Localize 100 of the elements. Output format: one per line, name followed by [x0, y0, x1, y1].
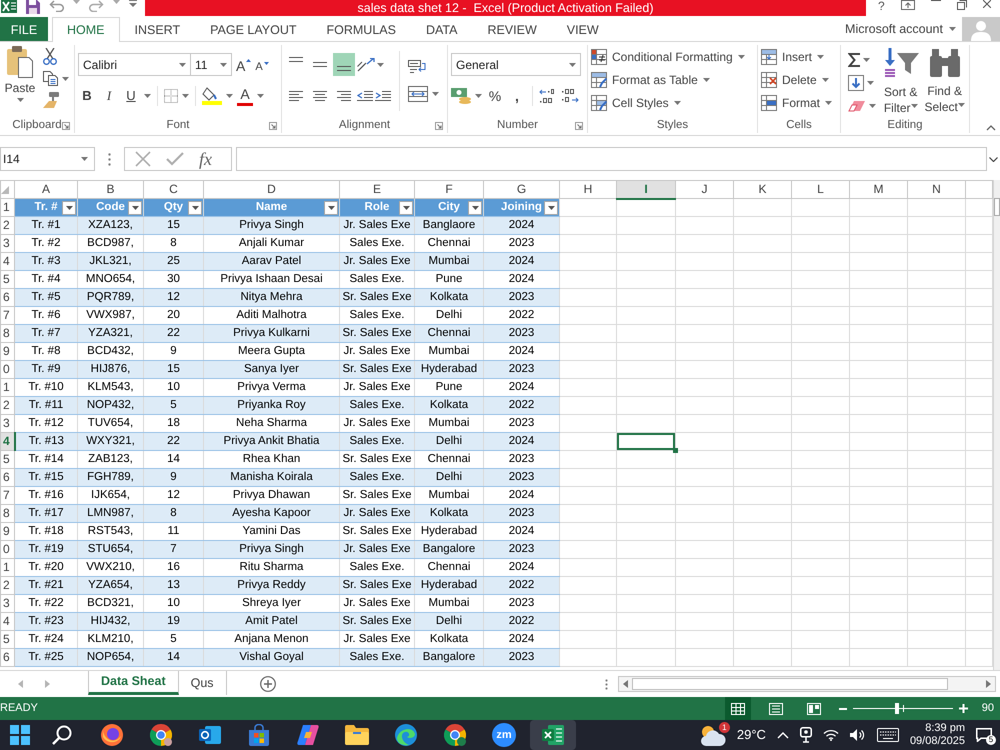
undo-icon[interactable]: [49, 0, 64, 12]
italic-button[interactable]: I: [100, 86, 118, 106]
row-header[interactable]: 5: [0, 270, 14, 288]
fill-down-icon[interactable]: [848, 74, 864, 90]
conditional-formatting-button[interactable]: Conditional Formatting: [591, 45, 745, 68]
ribbon-tab[interactable]: VIEW: [552, 17, 614, 41]
column-header[interactable]: G: [484, 180, 560, 198]
caret-icon[interactable]: [702, 78, 710, 82]
ribbon-display-icon[interactable]: [900, 0, 915, 10]
column-header[interactable]: D: [204, 180, 340, 198]
filter-button[interactable]: [188, 200, 202, 214]
row-header[interactable]: 8: [0, 324, 14, 342]
merge-cells-icon[interactable]: [408, 86, 428, 102]
caret-icon[interactable]: [863, 58, 870, 62]
row-header[interactable]: 4: [0, 252, 14, 270]
caret-icon[interactable]: [402, 206, 410, 210]
column-header[interactable]: J: [676, 180, 734, 198]
ribbon-tab[interactable]: INSERT: [120, 17, 196, 41]
row-header[interactable]: 4: [0, 432, 14, 450]
caret-icon[interactable]: [16, 98, 24, 102]
font-size-dropdown[interactable]: 11: [190, 53, 232, 76]
insert-cells-button[interactable]: Insert: [761, 45, 824, 68]
device-icon[interactable]: [800, 727, 812, 743]
scrollbar-thumb[interactable]: [632, 678, 948, 690]
scroll-left-icon[interactable]: [623, 680, 628, 688]
dialog-launcher-icon[interactable]: [62, 122, 70, 130]
speaker-icon[interactable]: [850, 728, 866, 742]
eraser-icon[interactable]: [848, 100, 866, 112]
column-header[interactable]: E: [340, 180, 414, 198]
restore-icon[interactable]: [956, 0, 967, 10]
caret-icon[interactable]: [66, 206, 72, 210]
dialog-launcher-icon[interactable]: [435, 122, 443, 130]
copy-icon[interactable]: [43, 71, 58, 86]
quick-access-menu-icon[interactable]: [129, 0, 137, 7]
caret-icon[interactable]: [179, 62, 186, 66]
file-tab[interactable]: FILE: [0, 17, 48, 41]
caret-icon[interactable]: [472, 206, 478, 210]
row-header[interactable]: 3: [0, 234, 14, 252]
scrollbar-thumb[interactable]: [994, 198, 1000, 216]
keyboard-icon[interactable]: [876, 728, 899, 742]
column-header[interactable]: A: [14, 180, 78, 198]
paste-button[interactable]: Paste: [3, 45, 37, 117]
filter-button[interactable]: [324, 200, 338, 214]
format-as-table-button[interactable]: Format as Table: [591, 68, 710, 91]
caret-icon[interactable]: [192, 206, 198, 210]
wifi-icon[interactable]: [822, 729, 839, 741]
align-bottom-button[interactable]: [333, 53, 355, 76]
row-header[interactable]: 7: [0, 486, 14, 504]
row-header[interactable]: 6: [0, 288, 14, 306]
insert-function-button[interactable]: fx: [199, 150, 212, 168]
bold-button[interactable]: B: [78, 86, 96, 106]
caret-icon[interactable]: [328, 206, 334, 210]
ribbon-tab[interactable]: DATA: [410, 17, 472, 41]
column-header[interactable]: L: [792, 180, 850, 198]
row-header[interactable]: 5: [0, 630, 14, 648]
money-icon[interactable]: [451, 88, 471, 104]
format-cells-button[interactable]: Format: [761, 91, 832, 114]
caret-icon[interactable]: [958, 102, 965, 107]
border-icon[interactable]: [164, 88, 178, 102]
spreadsheet-icon[interactable]: [1, 0, 17, 13]
number-format-dropdown[interactable]: General: [451, 53, 581, 76]
decrease-indent-icon[interactable]: [357, 90, 373, 100]
filter-button[interactable]: [128, 200, 142, 214]
ribbon-tab[interactable]: FORMULAS: [312, 17, 411, 41]
column-header[interactable]: M: [850, 180, 908, 198]
slider-thumb[interactable]: [894, 703, 899, 714]
row-header[interactable]: 2: [0, 576, 14, 594]
caret-icon[interactable]: [674, 100, 681, 104]
row-header[interactable]: 6: [0, 468, 14, 486]
comma-button[interactable]: ,: [508, 88, 526, 102]
column-header[interactable]: I: [616, 180, 676, 198]
row-header[interactable]: 5: [0, 450, 14, 468]
filter-button[interactable]: [399, 200, 413, 214]
column-header[interactable]: K: [734, 180, 792, 198]
paintbrush-icon[interactable]: [43, 92, 59, 108]
caret-icon[interactable]: [548, 206, 554, 210]
row-header[interactable]: 1: [0, 558, 14, 576]
caret-icon[interactable]: [822, 78, 829, 82]
column-header[interactable]: F: [414, 180, 484, 198]
close-icon[interactable]: [982, 0, 991, 8]
row-header[interactable]: 1: [0, 198, 14, 216]
font-color-button[interactable]: A: [237, 86, 253, 106]
sum-icon[interactable]: [848, 52, 860, 66]
find-select-button[interactable]: Find & Select: [923, 45, 966, 117]
collapse-ribbon-icon[interactable]: [986, 125, 996, 131]
wrap-text-icon[interactable]: [408, 60, 426, 74]
row-header[interactable]: 0: [0, 360, 14, 378]
check-icon[interactable]: [166, 152, 184, 166]
row-header[interactable]: 9: [0, 342, 14, 360]
caret-icon[interactable]: [569, 62, 576, 66]
column-header[interactable]: B: [78, 180, 144, 198]
ribbon-tab[interactable]: HOME: [52, 17, 120, 42]
row-header[interactable]: 3: [0, 414, 14, 432]
clock-date[interactable]: 09/08/2025: [910, 735, 965, 748]
shrink-font-button[interactable]: A: [255, 56, 269, 73]
row-header[interactable]: 8: [0, 504, 14, 522]
caret-icon[interactable]: [432, 92, 439, 96]
sort-filter-button[interactable]: Sort & Filter: [882, 45, 920, 117]
view-button[interactable]: [724, 697, 751, 720]
grow-font-button[interactable]: A: [236, 56, 252, 73]
